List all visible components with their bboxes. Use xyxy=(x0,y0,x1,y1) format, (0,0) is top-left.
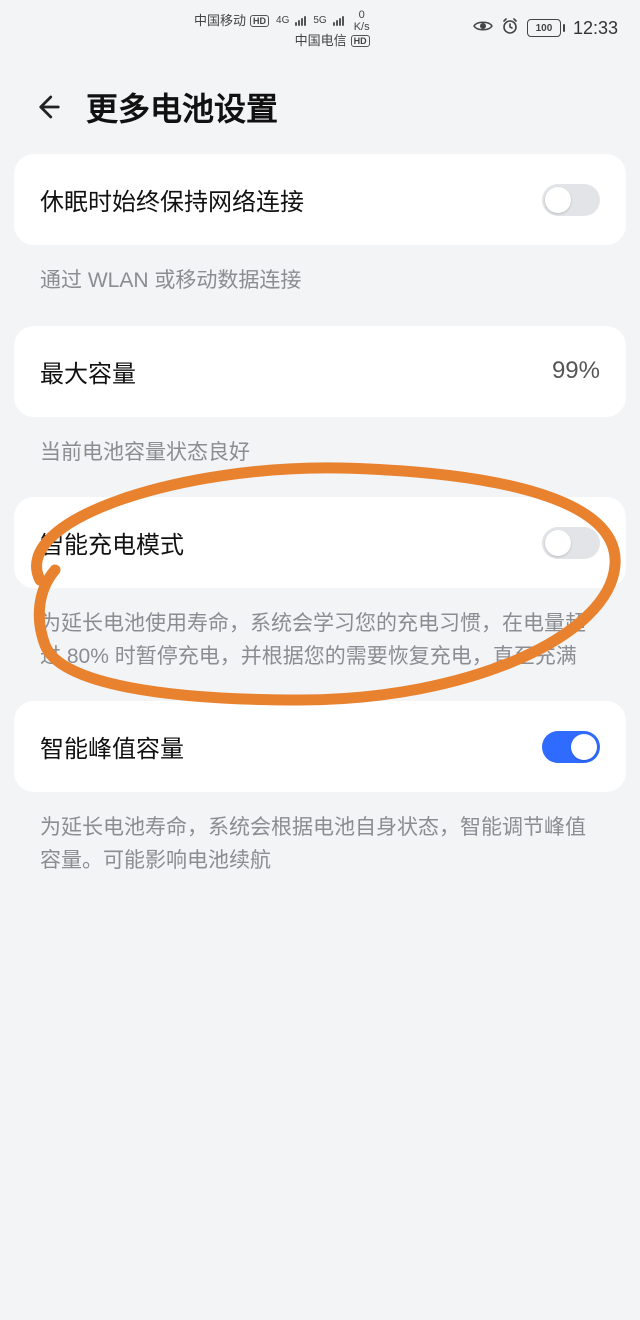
row-peak-capacity-desc: 为延长电池寿命，系统会根据电池自身状态，智能调节峰值容量。可能影响电池续航 xyxy=(14,792,626,905)
row-max-capacity-desc: 当前电池容量状态良好 xyxy=(14,417,626,498)
status-bar: 中国移动 HD 4G 5G 0 K/s 中国电信 HD 100 12:33 xyxy=(0,0,640,56)
toggle-peak-capacity[interactable] xyxy=(542,731,600,763)
row-sleep-network[interactable]: 休眠时始终保持网络连接 xyxy=(14,154,626,245)
page-title: 更多电池设置 xyxy=(86,84,278,130)
status-right: 100 12:33 xyxy=(473,17,618,40)
signal-bars-1 xyxy=(295,16,306,26)
row-sleep-network-desc: 通过 WLAN 或移动数据连接 xyxy=(14,245,626,326)
row-max-capacity[interactable]: 最大容量 99% xyxy=(14,326,626,417)
back-arrow-icon xyxy=(32,92,62,122)
page-header: 更多电池设置 xyxy=(0,56,640,154)
net-tag-1: 4G xyxy=(276,14,289,28)
row-smart-charge[interactable]: 智能充电模式 xyxy=(14,497,626,588)
row-smart-charge-desc: 为延长电池使用寿命，系统会学习您的充电习惯，在电量超过 80% 时暂停充电，并根… xyxy=(14,588,626,701)
row-peak-capacity[interactable]: 智能峰值容量 xyxy=(14,701,626,792)
row-sleep-network-label: 休眠时始终保持网络连接 xyxy=(40,182,304,217)
net-tag-2: 5G xyxy=(313,14,326,28)
hd-badge-1: HD xyxy=(250,15,269,27)
row-max-capacity-value: 99% xyxy=(552,357,600,385)
settings-list: 休眠时始终保持网络连接 通过 WLAN 或移动数据连接 最大容量 99% 当前电… xyxy=(0,154,640,905)
alarm-icon xyxy=(501,17,519,40)
clock: 12:33 xyxy=(573,18,618,39)
back-button[interactable] xyxy=(30,90,64,124)
carrier-2: 中国电信 xyxy=(295,34,347,48)
toggle-smart-charge[interactable] xyxy=(542,527,600,559)
row-peak-capacity-label: 智能峰值容量 xyxy=(40,729,184,764)
eye-icon xyxy=(473,19,493,38)
signal-bars-2 xyxy=(333,16,344,26)
status-carriers: 中国移动 HD 4G 5G 0 K/s 中国电信 HD xyxy=(194,9,370,48)
battery-indicator: 100 xyxy=(527,19,565,37)
row-smart-charge-label: 智能充电模式 xyxy=(40,525,184,560)
row-max-capacity-label: 最大容量 xyxy=(40,354,136,389)
toggle-sleep-network[interactable] xyxy=(542,184,600,216)
net-speed: 0 K/s xyxy=(354,9,370,33)
carrier-1: 中国移动 xyxy=(194,14,246,28)
hd-badge-2: HD xyxy=(351,35,370,47)
